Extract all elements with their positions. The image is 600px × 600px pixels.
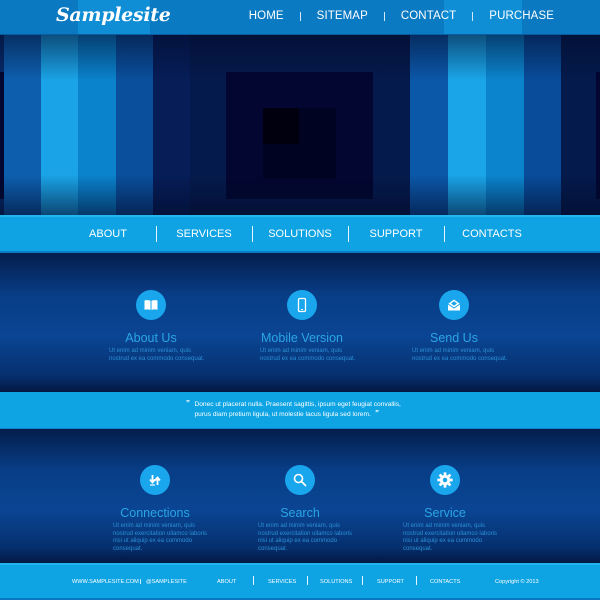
main-nav-about[interactable]: ABOUT bbox=[61, 228, 156, 240]
top-nav-purchase[interactable]: PURCHASE bbox=[489, 10, 554, 22]
feature-service[interactable]: Service Ut enim ad minim veniam, quis no… bbox=[385, 465, 505, 553]
main-nav-solutions[interactable]: SOLUTIONS bbox=[253, 228, 348, 240]
footer-nav-divider bbox=[253, 576, 254, 585]
footer-nav-contacts[interactable]: CONTACTS bbox=[430, 579, 460, 585]
footer-nav-divider bbox=[416, 576, 417, 585]
feature-description: Ut enim ad minim veniam, quis nostrud ex… bbox=[109, 348, 205, 362]
top-nav: HOME SITEMAP CONTACT PURCHASE bbox=[249, 10, 554, 22]
feature-description: Ut enim ad minim veniam, quis nostrud ex… bbox=[258, 523, 353, 552]
main-nav-contacts[interactable]: CONTACTS bbox=[445, 228, 540, 240]
top-nav-sitemap[interactable]: SITEMAP bbox=[317, 10, 368, 22]
feature-title: Connections bbox=[120, 506, 190, 520]
feature-description: Ut enim ad minim veniam, quis nostrud ex… bbox=[260, 348, 356, 362]
feature-title: Service bbox=[424, 506, 466, 520]
quote-band: ” Donec ut placerat nulla. Praesent sagi… bbox=[0, 392, 600, 429]
main-nav-support[interactable]: SUPPORT bbox=[349, 228, 444, 240]
hero-shade-bottom bbox=[0, 175, 600, 215]
mobile-phone-icon bbox=[297, 297, 307, 313]
feature-description: Ut enim ad minim veniam, quis nostrud ex… bbox=[403, 523, 498, 552]
top-nav-home[interactable]: HOME bbox=[249, 10, 284, 22]
footer-copyright: Copyright © 2013 bbox=[495, 579, 539, 585]
quote-close-mark: ” bbox=[374, 408, 379, 418]
feature-send-us[interactable]: Send Us Ut enim ad minim veniam, quis no… bbox=[394, 290, 514, 363]
feature-description: Ut enim ad minim veniam, quis nostrud ex… bbox=[113, 523, 208, 552]
footer-social-handle[interactable]: @SAMPLESITE bbox=[146, 579, 187, 585]
feature-icon-circle[interactable] bbox=[430, 465, 460, 495]
gear-icon bbox=[437, 472, 453, 488]
magnifier-icon bbox=[293, 473, 307, 487]
feature-about-us[interactable]: About Us Ut enim ad minim veniam, quis n… bbox=[91, 290, 211, 363]
feature-mobile-version[interactable]: Mobile Version Ut enim ad minim veniam, … bbox=[242, 290, 362, 363]
footer-divider bbox=[140, 579, 141, 584]
footer-nav-solutions[interactable]: SOLUTIONS bbox=[320, 579, 352, 585]
footer-nav-divider bbox=[307, 576, 308, 585]
feature-description: Ut enim ad minim veniam, quis nostrud ex… bbox=[412, 348, 508, 362]
feature-icon-circle[interactable] bbox=[136, 290, 166, 320]
footer-website-link[interactable]: WWW.SAMPLESITE.COM bbox=[72, 579, 139, 585]
footer: WWW.SAMPLESITE.COM @SAMPLESITE ABOUT SER… bbox=[0, 563, 600, 600]
quote-open-mark: ” bbox=[185, 398, 190, 408]
quote: ” Donec ut placerat nulla. Praesent sagi… bbox=[185, 398, 413, 419]
main-nav-services[interactable]: SERVICES bbox=[157, 228, 252, 240]
feature-search[interactable]: Search Ut enim ad minim veniam, quis nos… bbox=[240, 465, 360, 553]
feature-icon-circle[interactable] bbox=[140, 465, 170, 495]
nav-divider bbox=[383, 11, 385, 21]
feature-title: Mobile Version bbox=[261, 331, 343, 345]
features-section-top: About Us Ut enim ad minim veniam, quis n… bbox=[0, 253, 600, 392]
feature-icon-circle[interactable] bbox=[439, 290, 469, 320]
feature-icon-circle[interactable] bbox=[287, 290, 317, 320]
site-logo[interactable]: Samplesite bbox=[56, 4, 171, 26]
top-nav-contact[interactable]: CONTACT bbox=[401, 10, 456, 22]
feature-connections[interactable]: Connections Ut enim ad minim veniam, qui… bbox=[95, 465, 215, 553]
transfer-arrows-icon bbox=[149, 475, 161, 486]
hero-square-inner bbox=[263, 108, 299, 144]
feature-icon-circle[interactable] bbox=[285, 465, 315, 495]
feature-title: Search bbox=[280, 506, 320, 520]
top-header: Samplesite HOME SITEMAP CONTACT PURCHASE bbox=[0, 0, 600, 35]
book-icon bbox=[144, 300, 158, 310]
hero-banner bbox=[0, 35, 600, 215]
hero-shade-top bbox=[0, 35, 600, 80]
nav-divider bbox=[299, 11, 301, 21]
feature-title: Send Us bbox=[430, 331, 478, 345]
feature-title: About Us bbox=[125, 331, 177, 345]
footer-nav-about[interactable]: ABOUT bbox=[217, 579, 236, 585]
footer-nav-services[interactable]: SERVICES bbox=[268, 579, 296, 585]
features-section-bottom: Connections Ut enim ad minim veniam, qui… bbox=[0, 429, 600, 563]
footer-nav-support[interactable]: SUPPORT bbox=[377, 579, 404, 585]
quote-text: Donec ut placerat nulla. Praesent sagitt… bbox=[194, 400, 401, 418]
envelope-icon bbox=[447, 299, 461, 311]
nav-divider bbox=[472, 11, 474, 21]
main-nav: ABOUT SERVICES SOLUTIONS SUPPORT CONTACT… bbox=[0, 215, 600, 253]
footer-nav-divider bbox=[362, 576, 363, 585]
